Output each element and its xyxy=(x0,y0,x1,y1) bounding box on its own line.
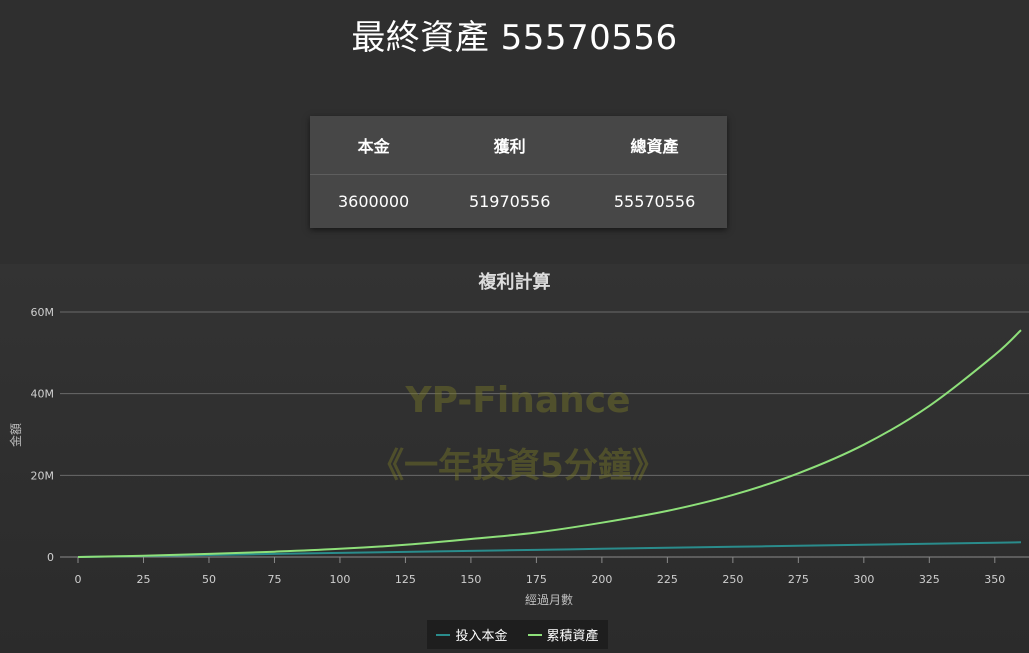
x-tick-label: 125 xyxy=(395,573,416,586)
legend-label-total: 累積資產 xyxy=(546,629,599,644)
y-axis-label: 金額 xyxy=(8,423,23,447)
x-tick-label: 25 xyxy=(136,573,150,586)
x-tick-label: 200 xyxy=(591,573,612,586)
x-tick-label: 0 xyxy=(75,573,82,586)
y-tick-label: 0 xyxy=(47,551,54,564)
series-layer xyxy=(77,329,1022,558)
chart-svg: 0 20M 40M 60M 0 25 50 75 100 125 150 175 200 225 250 27… xyxy=(8,306,1029,607)
legend-item-principal[interactable]: 投入本金 xyxy=(436,625,508,644)
x-tick-label: 225 xyxy=(657,573,678,586)
x-tick-label: 325 xyxy=(919,573,940,586)
x-tick-label: 300 xyxy=(853,573,874,586)
y-tick-label: 40M xyxy=(31,388,55,401)
x-tick-label: 150 xyxy=(460,573,481,586)
x-tick-label: 175 xyxy=(526,573,547,586)
legend-swatch-total xyxy=(527,633,542,636)
y-tick-label: 20M xyxy=(31,469,55,482)
x-tick-label: 275 xyxy=(788,573,809,586)
series-line-principal[interactable] xyxy=(77,541,1022,558)
legend-item-total[interactable]: 累積資產 xyxy=(527,625,599,644)
y-tick-label: 60M xyxy=(31,306,55,319)
x-axis-label: 經過月數 xyxy=(525,593,573,607)
series-line-total[interactable] xyxy=(77,329,1022,558)
legend-swatch-principal xyxy=(436,633,451,636)
x-tick-label: 100 xyxy=(329,573,350,586)
legend-label-principal: 投入本金 xyxy=(455,629,508,644)
x-tick-label: 75 xyxy=(267,573,281,586)
page: 最終資產 55570556 本金 獲利 總資產 3600000 51970556… xyxy=(0,0,1029,653)
x-tick-label: 50 xyxy=(202,573,216,586)
chart-legend: 投入本金 累積資產 xyxy=(427,620,608,649)
x-tick-label: 350 xyxy=(984,573,1005,586)
x-tick-label: 250 xyxy=(722,573,743,586)
